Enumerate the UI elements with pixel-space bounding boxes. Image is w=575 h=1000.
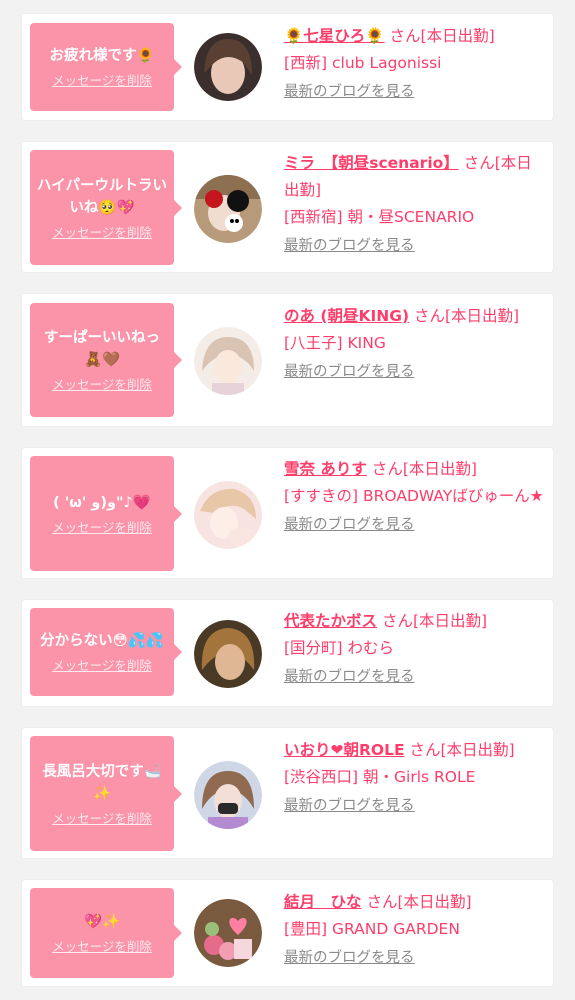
- cast-name-link[interactable]: のあ (朝昼KING): [284, 307, 409, 325]
- delete-message-link[interactable]: メッセージを削除: [52, 811, 152, 827]
- avatar[interactable]: [194, 761, 262, 829]
- cast-name-link[interactable]: ミラ 【朝昼scenario】: [284, 154, 459, 172]
- delete-message-link[interactable]: メッセージを削除: [52, 377, 152, 393]
- cast-name-link[interactable]: 雪奈 ありす: [284, 460, 367, 478]
- shop-text: [八王子] KING: [284, 334, 386, 352]
- cast-name-link[interactable]: 結月 ひな: [284, 893, 362, 911]
- message-card: すーぱーいいねっ🧸🤎 メッセージを削除 のあ (朝昼KING) さん[本日出勤]…: [22, 294, 553, 426]
- avatar[interactable]: [194, 899, 262, 967]
- status-text: さん[本日出勤]: [361, 893, 472, 911]
- shop-text: [西新] club Lagonissi: [284, 54, 442, 72]
- message-card: ( 'ω' و(و"♪💗 メッセージを削除 雪奈 ありす さん[本日出勤] [す…: [22, 448, 553, 578]
- cast-info: 代表たかボス さん[本日出勤] [国分町] わむら 最新のブログを見る: [284, 608, 546, 688]
- cast-info: ミラ 【朝昼scenario】 さん[本日出勤] [西新宿] 朝・昼SCENAR…: [284, 150, 546, 257]
- message-card: ハイパーウルトラいいね🥺💖 メッセージを削除 ミラ 【朝昼scenario】 さ…: [22, 142, 553, 272]
- cast-info: 🌻七星ひろ🌻 さん[本日出勤] [西新] club Lagonissi 最新のブ…: [284, 23, 546, 103]
- status-text: さん[本日出勤]: [366, 460, 477, 478]
- cast-info: 雪奈 ありす さん[本日出勤] [すすきの] BROADWAYばびゅーん★ 最新…: [284, 456, 546, 536]
- message-text: 分からない😳💦💦: [40, 633, 164, 649]
- message-card: 💖✨ メッセージを削除 結月 ひな さん[本日出勤] [豊田] GRAND GA…: [22, 880, 553, 986]
- message-bubble: 分からない😳💦💦 メッセージを削除: [30, 608, 182, 696]
- cast-info: 結月 ひな さん[本日出勤] [豊田] GRAND GARDEN 最新のブログを…: [284, 889, 546, 969]
- status-text: さん[本日出勤]: [377, 612, 488, 630]
- message-card: 分からない😳💦💦 メッセージを削除 代表たかボス さん[本日出勤] [国分町] …: [22, 600, 553, 706]
- blog-link[interactable]: 最新のブログを見る: [284, 514, 546, 536]
- shop-text: [西新宿] 朝・昼SCENARIO: [284, 208, 475, 226]
- cast-info: いおり❤朝ROLE さん[本日出勤] [渋谷西口] 朝・Girls ROLE 最…: [284, 737, 546, 817]
- shop-text: [渋谷西口] 朝・Girls ROLE: [284, 768, 476, 786]
- shop-text: [国分町] わむら: [284, 639, 395, 657]
- message-bubble: 💖✨ メッセージを削除: [30, 888, 182, 978]
- shop-text: [すすきの] BROADWAYばびゅーん★: [284, 487, 544, 505]
- avatar[interactable]: [194, 481, 262, 549]
- blog-link[interactable]: 最新のブログを見る: [284, 235, 546, 257]
- status-text: さん[本日出勤]: [409, 307, 520, 325]
- delete-message-link[interactable]: メッセージを削除: [52, 520, 152, 536]
- shop-text: [豊田] GRAND GARDEN: [284, 920, 460, 938]
- blog-link[interactable]: 最新のブログを見る: [284, 81, 546, 103]
- message-card: お疲れ様です🌻 メッセージを削除 🌻七星ひろ🌻 さん[本日出勤] [西新] cl…: [22, 14, 553, 120]
- avatar[interactable]: [194, 620, 262, 688]
- message-bubble: すーぱーいいねっ🧸🤎 メッセージを削除: [30, 303, 182, 417]
- blog-link[interactable]: 最新のブログを見る: [284, 947, 546, 969]
- cast-name-link[interactable]: 代表たかボス: [284, 612, 377, 630]
- avatar[interactable]: [194, 327, 262, 395]
- message-text: 長風呂大切です🛁✨: [42, 763, 162, 802]
- message-bubble: ハイパーウルトラいいね🥺💖 メッセージを削除: [30, 150, 182, 265]
- avatar[interactable]: [194, 33, 262, 101]
- message-text: 💖✨: [83, 914, 121, 930]
- avatar[interactable]: [194, 175, 262, 243]
- blog-link[interactable]: 最新のブログを見る: [284, 361, 546, 383]
- delete-message-link[interactable]: メッセージを削除: [52, 225, 152, 241]
- message-bubble: ( 'ω' و(و"♪💗 メッセージを削除: [30, 456, 182, 571]
- message-bubble: お疲れ様です🌻 メッセージを削除: [30, 23, 182, 111]
- message-text: お疲れ様です🌻: [49, 48, 155, 64]
- delete-message-link[interactable]: メッセージを削除: [52, 658, 152, 674]
- message-text: すーぱーいいねっ🧸🤎: [44, 330, 160, 368]
- message-card: 長風呂大切です🛁✨ メッセージを削除 いおり❤朝ROLE さん[本日出勤] [渋…: [22, 728, 553, 858]
- blog-link[interactable]: 最新のブログを見る: [284, 795, 546, 817]
- message-text: ハイパーウルトラいいね🥺💖: [37, 177, 167, 216]
- delete-message-link[interactable]: メッセージを削除: [52, 73, 152, 89]
- delete-message-link[interactable]: メッセージを削除: [52, 939, 152, 955]
- status-text: さん[本日出勤]: [404, 741, 515, 759]
- cast-name-link[interactable]: いおり❤朝ROLE: [284, 741, 405, 759]
- blog-link[interactable]: 最新のブログを見る: [284, 666, 546, 688]
- cast-name-link[interactable]: 🌻七星ひろ🌻: [284, 27, 385, 45]
- message-text: ( 'ω' و(و"♪💗: [53, 494, 151, 511]
- status-text: さん[本日出勤]: [384, 27, 495, 45]
- message-bubble: 長風呂大切です🛁✨ メッセージを削除: [30, 736, 182, 851]
- cast-info: のあ (朝昼KING) さん[本日出勤] [八王子] KING 最新のブログを見…: [284, 303, 546, 383]
